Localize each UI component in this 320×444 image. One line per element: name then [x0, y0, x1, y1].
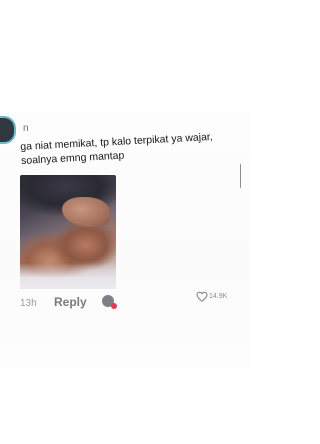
photo-hand-shape: [62, 197, 110, 227]
photo-pillow-shape: [20, 263, 116, 289]
comment-text: ga niat memikat, tp kalo terpikat ya waj…: [20, 130, 214, 167]
like-count: 14.9K: [209, 292, 228, 300]
heart-outline-icon: [196, 291, 208, 302]
comment-username[interactable]: n: [23, 123, 29, 134]
heart-badge-icon: [111, 303, 117, 309]
scroll-indicator: [240, 164, 241, 188]
like-button[interactable]: 14.9K: [196, 289, 227, 303]
comment-timestamp: 13h: [20, 298, 37, 309]
comment-photo[interactable]: [20, 175, 116, 289]
user-avatar[interactable]: [0, 116, 16, 144]
creator-avatar-icon: [102, 295, 117, 309]
comment-card: n ga niat memikat, tp kalo terpikat ya w…: [0, 0, 250, 444]
reply-button[interactable]: Reply: [54, 295, 87, 309]
